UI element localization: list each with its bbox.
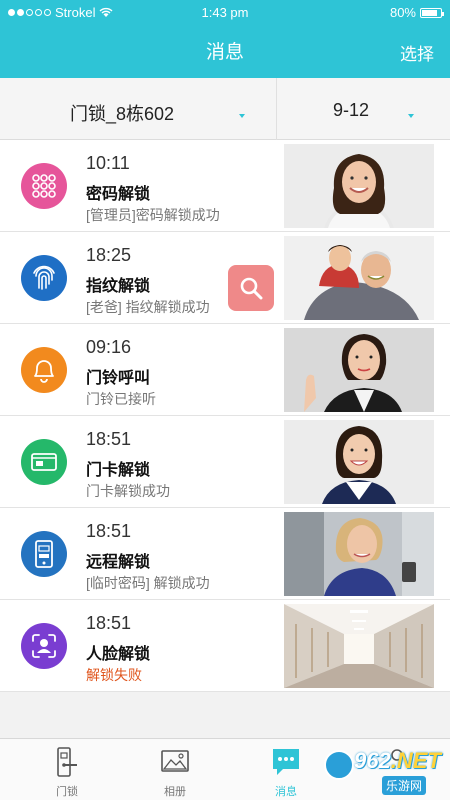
record-time: 18:25 xyxy=(86,245,132,265)
search-icon xyxy=(240,277,263,300)
record-title: 人脸解锁 xyxy=(86,646,151,663)
list-item[interactable]: 18:51 门卡解锁 门卡解锁成功 xyxy=(0,416,450,508)
watermark-emblem-icon xyxy=(324,750,354,780)
search-button[interactable] xyxy=(228,265,274,311)
tab-label: 门锁 xyxy=(56,786,78,798)
tab-messages[interactable]: 消息 xyxy=(241,739,331,800)
phone-icon xyxy=(21,531,67,577)
select-button[interactable]: 选择 xyxy=(400,40,434,65)
record-desc: 门卡解锁成功 xyxy=(86,483,170,499)
record-time: 09:16 xyxy=(86,337,132,357)
record-time: 18:51 xyxy=(86,613,132,633)
top-bar: Strokel 1:43 pm 80% 消息 选择 xyxy=(0,0,450,78)
snapshot-photo[interactable] xyxy=(284,512,434,596)
snapshot-photo[interactable] xyxy=(284,236,434,320)
page-title: 消息 xyxy=(205,42,244,63)
record-title: 门卡解锁 xyxy=(86,462,151,479)
list-item[interactable]: 10:11 密码解锁 [管理员]密码解锁成功 xyxy=(0,140,450,232)
record-title: 门铃呼叫 xyxy=(86,370,151,387)
fingerprint-icon xyxy=(21,255,67,301)
record-desc: [临时密码] 解锁成功 xyxy=(86,575,210,591)
record-desc: [老爸] 指纹解锁成功 xyxy=(86,299,210,315)
tab-album[interactable]: 相册 xyxy=(130,739,220,800)
record-time: 18:51 xyxy=(86,521,132,541)
battery-percent: 80% xyxy=(389,5,416,20)
tab-label: 消息 xyxy=(275,786,297,798)
list-item[interactable]: 09:16 门铃呼叫 门铃已接听 xyxy=(0,324,450,416)
chevron-down-icon[interactable] xyxy=(408,114,414,118)
divider xyxy=(276,78,277,140)
status-time: 1:43 pm xyxy=(201,5,249,20)
lock-selector[interactable]: 门锁_8栋602 xyxy=(70,100,174,126)
record-time: 10:11 xyxy=(86,153,130,173)
battery: 80% xyxy=(389,5,444,20)
list-item[interactable]: 18:51 人脸解锁 解锁失败 xyxy=(0,600,450,692)
record-desc: 门铃已接听 xyxy=(86,391,156,407)
bell-icon xyxy=(21,347,67,393)
list-item[interactable]: 18:25 指纹解锁 [老爸] 指纹解锁成功 xyxy=(0,232,450,324)
status-bar: Strokel 1:43 pm 80% xyxy=(0,0,450,26)
snapshot-photo[interactable] xyxy=(284,604,434,688)
record-list: 10:11 密码解锁 [管理员]密码解锁成功 18:25 指纹解锁 [老爸] 指… xyxy=(0,140,450,692)
keypad-icon xyxy=(21,163,67,209)
album-icon xyxy=(161,750,189,772)
record-title: 指纹解锁 xyxy=(86,278,151,295)
record-time: 18:51 xyxy=(86,429,132,449)
card-icon xyxy=(21,439,67,485)
battery-icon xyxy=(420,7,444,18)
watermark-number: 962.NET xyxy=(354,748,441,773)
record-desc: [管理员]密码解锁成功 xyxy=(86,207,220,223)
list-item[interactable]: 18:51 远程解锁 [临时密码] 解锁成功 xyxy=(0,508,450,600)
message-icon xyxy=(273,749,299,775)
record-title: 远程解锁 xyxy=(86,554,151,571)
snapshot-photo[interactable] xyxy=(284,420,434,504)
face-icon xyxy=(21,623,67,669)
chevron-down-icon[interactable] xyxy=(239,114,245,118)
record-title: 密码解锁 xyxy=(86,186,151,203)
tab-door-lock[interactable]: 门锁 xyxy=(22,739,112,800)
filter-bar: 门锁_8栋602 9-12 xyxy=(0,78,450,140)
record-desc: 解锁失败 xyxy=(86,667,142,683)
snapshot-photo[interactable] xyxy=(284,328,434,412)
date-selector[interactable]: 9-12 xyxy=(333,100,369,121)
watermark-sub: 乐游网 xyxy=(382,776,427,795)
watermark-logo: 962.NET 乐游网 xyxy=(320,742,448,798)
tab-label: 相册 xyxy=(164,786,186,798)
snapshot-photo[interactable] xyxy=(284,144,434,228)
door-lock-icon xyxy=(57,747,77,777)
